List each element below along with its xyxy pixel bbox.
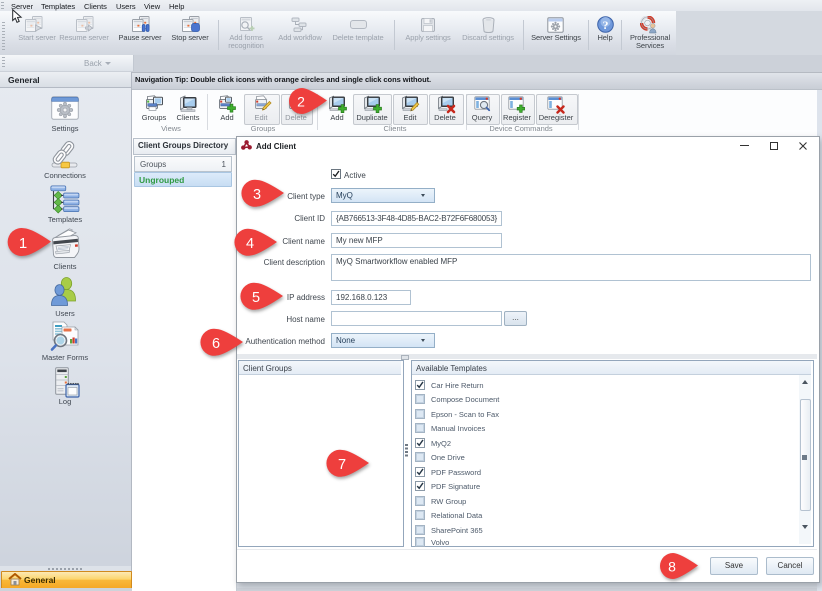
svg-text:7: 7 [338, 457, 346, 473]
svg-text:4: 4 [246, 236, 254, 252]
svg-text:8: 8 [668, 559, 676, 575]
svg-text:1: 1 [19, 235, 27, 252]
svg-text:?: ? [603, 18, 609, 32]
svg-text:6: 6 [212, 336, 220, 352]
svg-text:2: 2 [297, 94, 305, 110]
svg-text:3: 3 [253, 187, 261, 203]
svg-text:5: 5 [252, 290, 260, 306]
